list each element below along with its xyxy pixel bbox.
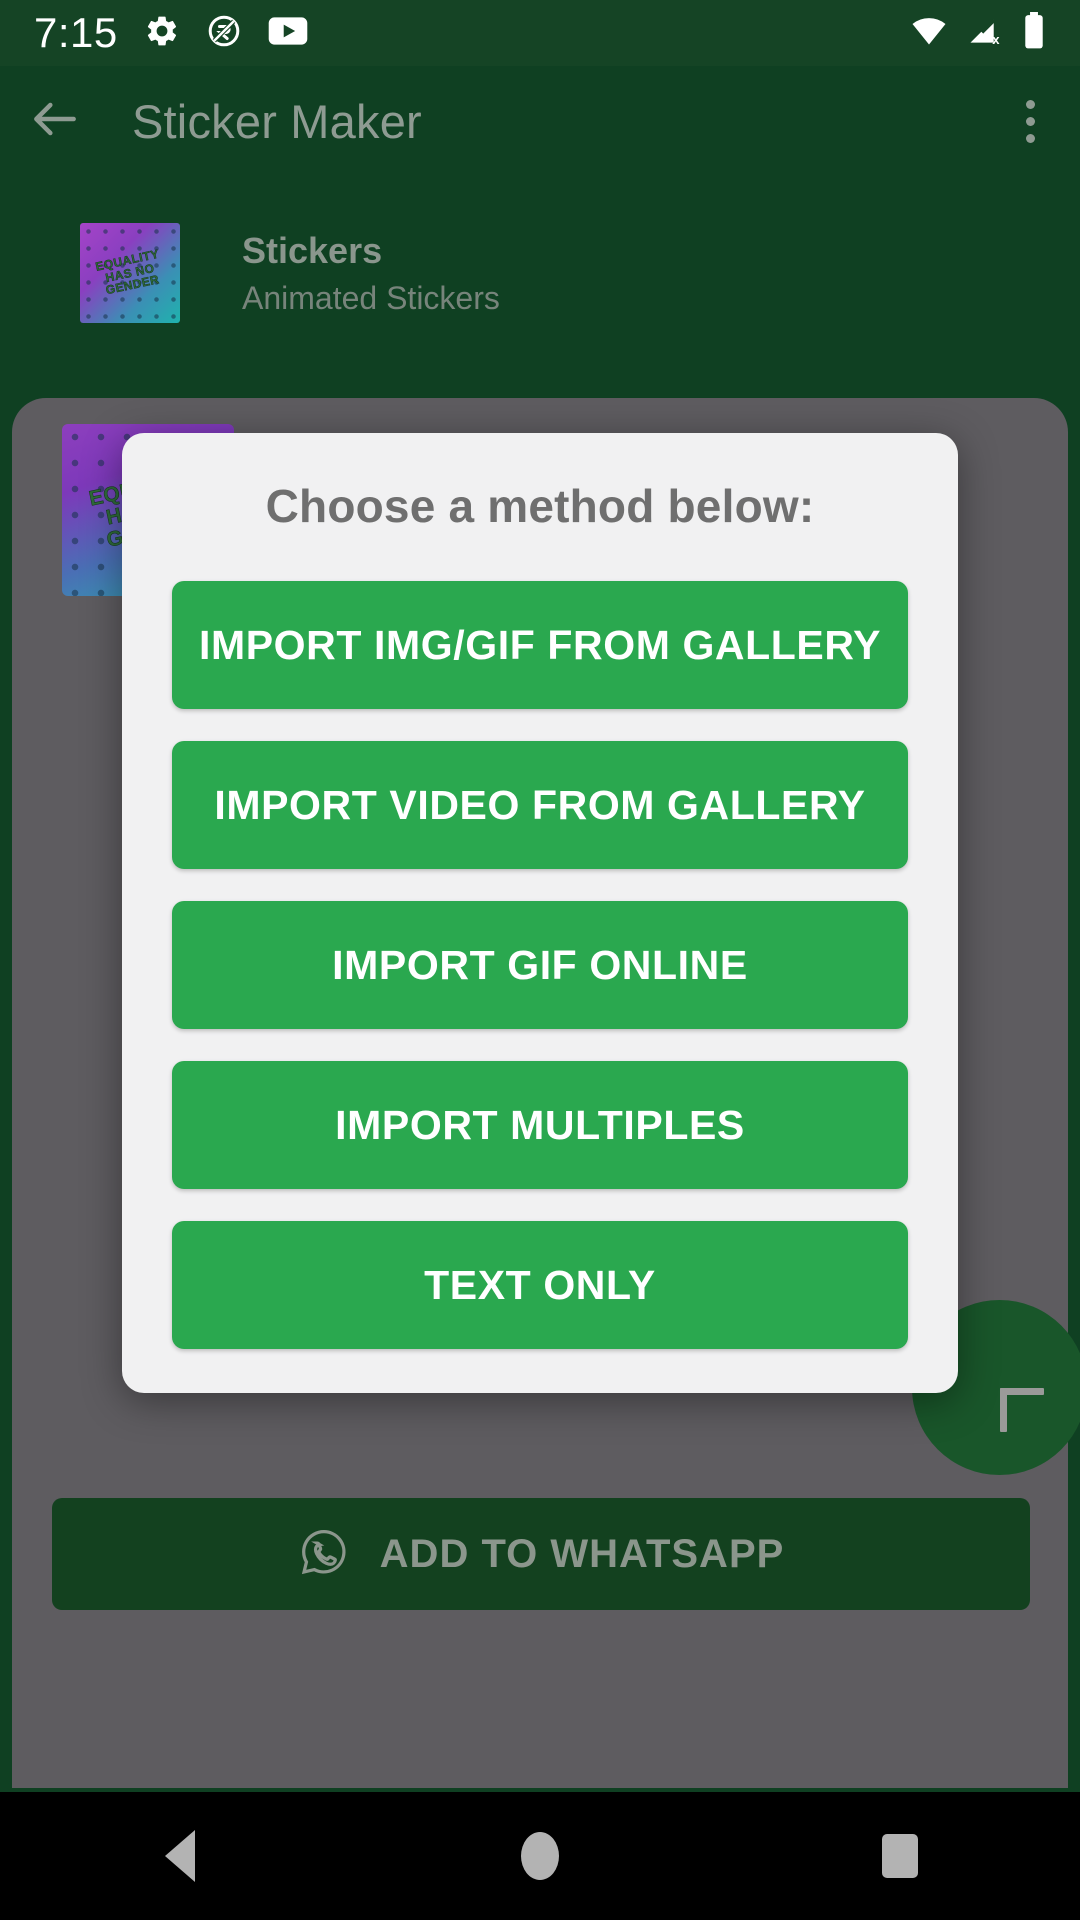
import-video-from-gallery-button[interactable]: IMPORT VIDEO FROM GALLERY <box>172 741 908 869</box>
import-multiples-button[interactable]: IMPORT MULTIPLES <box>172 1061 908 1189</box>
phone-screen: 7:15 x Sticker Maker EQUALITY HAS NO GEN… <box>0 0 1080 1920</box>
button-label: IMPORT GIF ONLINE <box>332 941 748 988</box>
import-gif-online-button[interactable]: IMPORT GIF ONLINE <box>172 901 908 1029</box>
nav-home-button[interactable] <box>360 1792 720 1920</box>
text-only-button[interactable]: TEXT ONLY <box>172 1221 908 1349</box>
button-label: IMPORT VIDEO FROM GALLERY <box>214 781 866 828</box>
nav-recents-icon <box>882 1834 918 1878</box>
button-label: TEXT ONLY <box>424 1261 656 1308</box>
nav-back-button[interactable] <box>0 1792 360 1920</box>
nav-home-icon <box>521 1832 559 1880</box>
system-navigation-bar <box>0 1792 1080 1920</box>
dialog-title: Choose a method below: <box>265 480 815 532</box>
import-img-gif-from-gallery-button[interactable]: IMPORT IMG/GIF FROM GALLERY <box>172 581 908 709</box>
button-label: IMPORT MULTIPLES <box>335 1101 745 1148</box>
choose-method-dialog: Choose a method below: IMPORT IMG/GIF FR… <box>122 433 958 1393</box>
button-label: IMPORT IMG/GIF FROM GALLERY <box>198 621 882 668</box>
nav-back-icon <box>165 1830 195 1882</box>
nav-recents-button[interactable] <box>720 1792 1080 1920</box>
